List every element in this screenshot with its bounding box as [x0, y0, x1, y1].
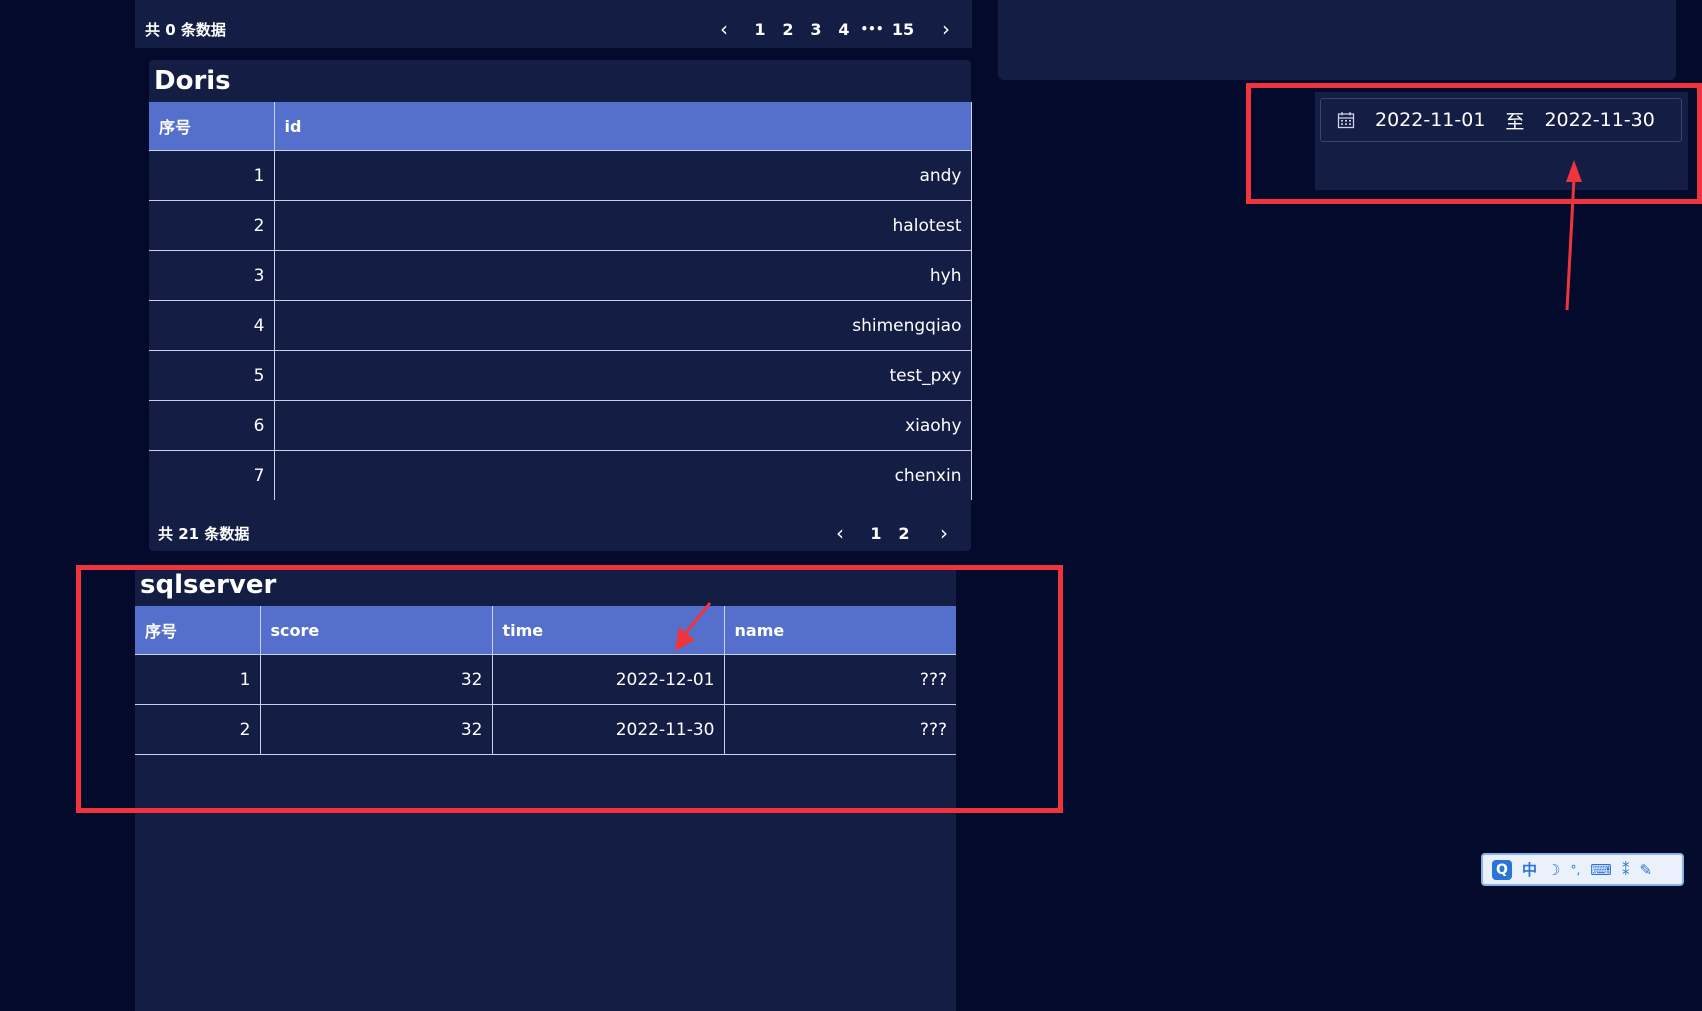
ime-language-button[interactable]: 中 — [1522, 859, 1537, 880]
ime-logo-icon[interactable]: Q — [1492, 859, 1512, 880]
ime-toolbar: Q 中 ☽ °, ⌨ ⁑ ✎ — [1481, 853, 1684, 886]
moon-icon[interactable]: ☽ — [1547, 861, 1560, 879]
wrench-icon[interactable]: ✎ — [1639, 861, 1652, 879]
annotation-arrows — [675, 160, 1582, 651]
tools-icon[interactable]: ⁑ — [1622, 861, 1630, 879]
punctuation-icon[interactable]: °, — [1570, 863, 1580, 877]
annotation-arrow-time-column — [675, 602, 712, 651]
annotation-arrow-up — [1565, 160, 1582, 311]
keyboard-icon[interactable]: ⌨ — [1590, 861, 1612, 879]
